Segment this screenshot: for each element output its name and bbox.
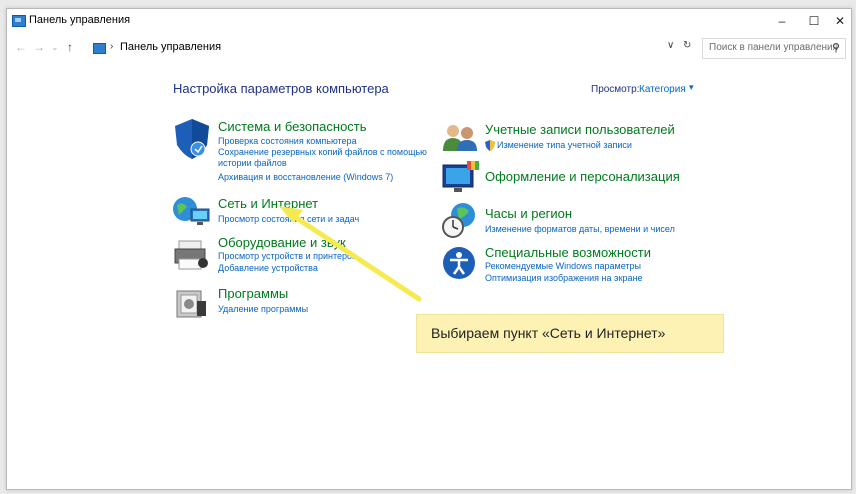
category-ease-of-access[interactable]: Специальные возможности [485,245,651,260]
up-button[interactable]: ↑ [67,40,73,54]
shield-icon[interactable] [171,117,213,161]
printer-icon[interactable] [173,239,211,273]
category-system-security[interactable]: Система и безопасность [218,119,367,134]
callout-text: Выбираем пункт «Сеть и Интернет» [431,325,666,341]
search-placeholder: Поиск в панели управления [709,42,839,53]
link-check-computer-status[interactable]: Проверка состояния компьютера [218,136,357,147]
page-title: Настройка параметров компьютера [173,81,389,96]
link-change-account-type[interactable]: Изменение типа учетной записи [497,140,632,151]
link-backup-restore-win7[interactable]: Архивация и восстановление (Windows 7) [218,172,393,183]
link-view-devices-printers[interactable]: Просмотр устройств и принтеров [218,251,357,262]
category-appearance-personalization[interactable]: Оформление и персонализация [485,169,680,184]
control-panel-icon [12,15,26,27]
window-title: Панель управления [29,14,131,26]
search-icon[interactable]: ⚲ [832,41,840,54]
title-bar: Панель управления – ☐ ✕ [7,9,851,33]
breadcrumb-separator[interactable]: › [110,41,113,52]
link-add-device[interactable]: Добавление устройства [218,263,318,274]
address-bar: ← → ⌄ ↑ › Панель управления ∨ ↻ Поиск в … [7,37,851,59]
accessibility-icon[interactable] [441,245,477,281]
link-file-history-backup[interactable]: Сохранение резервных копий файлов с помо… [218,147,427,158]
recent-locations-button[interactable]: ⌄ [51,42,59,53]
link-view-network-status[interactable]: Просмотр состояния сети и задач [218,214,359,225]
close-button[interactable]: ✕ [823,11,851,31]
control-panel-icon [93,43,106,54]
monitor-palette-icon[interactable] [441,161,479,195]
category-user-accounts[interactable]: Учетные записи пользователей [485,122,675,137]
annotation-callout: Выбираем пункт «Сеть и Интернет» [416,314,724,353]
category-hardware-sound[interactable]: Оборудование и звук [218,235,346,250]
network-globe-icon[interactable] [171,195,213,231]
refresh-button[interactable]: ↻ [683,40,691,51]
category-programs[interactable]: Программы [218,286,288,301]
link-file-history-backup-cont[interactable]: истории файлов [218,158,287,169]
forward-button[interactable]: → [33,40,45,54]
uac-shield-icon [485,140,495,151]
clock-globe-icon[interactable] [441,201,479,239]
breadcrumb[interactable]: Панель управления [120,41,221,53]
link-change-date-time-formats[interactable]: Изменение форматов даты, времени и чисел [485,224,675,235]
view-by-label: Просмотр: [591,84,640,95]
annotation-arrow [279,206,422,302]
view-by-dropdown[interactable]: Категория [639,84,686,95]
link-uninstall-program[interactable]: Удаление программы [218,304,308,315]
minimize-button[interactable]: – [765,11,799,31]
search-input[interactable]: Поиск в панели управления ⚲ [702,38,846,59]
users-icon[interactable] [441,121,479,153]
programs-icon[interactable] [175,287,209,321]
category-network-internet[interactable]: Сеть и Интернет [218,196,318,211]
category-clock-region[interactable]: Часы и регион [485,206,572,221]
link-optimize-display[interactable]: Оптимизация изображения на экране [485,273,643,284]
chevron-down-icon[interactable]: ▾ [689,82,694,93]
address-dropdown-button[interactable]: ∨ [667,40,674,51]
back-button[interactable]: ← [15,40,27,54]
control-panel-window: Панель управления – ☐ ✕ ← → ⌄ ↑ › Панель… [6,8,852,490]
link-recommended-settings[interactable]: Рекомендуемые Windows параметры [485,261,641,272]
